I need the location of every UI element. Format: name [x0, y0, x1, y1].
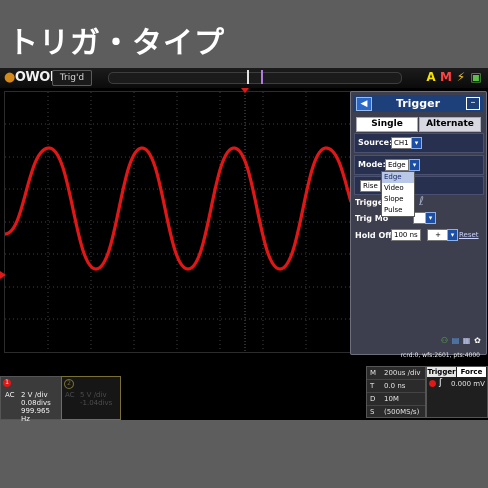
- mode-option-edge[interactable]: Edge: [382, 172, 414, 183]
- page-headline: トリガ・タイプ: [8, 26, 225, 61]
- rising-edge-icon: ʃ: [439, 378, 443, 388]
- holdoff-step-dropdown-icon[interactable]: ▾: [447, 229, 458, 241]
- mode-select[interactable]: Edge: [385, 159, 409, 171]
- trig-status-badge: Trig'd: [52, 70, 92, 86]
- network-icon[interactable]: ⚇: [440, 336, 449, 345]
- mode-row: Mode: Edge ▾: [354, 155, 484, 175]
- record-status-text: rcrd:0, wfs:2601, pts:4000: [400, 352, 480, 359]
- holdoff-input[interactable]: 100 ns: [391, 229, 421, 241]
- alternate-mode-button[interactable]: Alternate: [419, 117, 481, 132]
- source-dropdown-icon[interactable]: ▾: [411, 137, 422, 149]
- mode-option-video[interactable]: Video: [382, 183, 414, 194]
- reset-link[interactable]: Reset: [459, 231, 479, 239]
- timebase-info-box[interactable]: M 200us /div T 0.0 ns D 10M S (500MS/s): [366, 366, 426, 418]
- force-tab[interactable]: Force: [457, 367, 486, 377]
- source-select[interactable]: CH1: [391, 137, 412, 149]
- waveform-position-bar[interactable]: [108, 70, 402, 84]
- trig-mode-dropdown-icon[interactable]: ▾: [425, 212, 436, 224]
- back-arrow-icon[interactable]: ◀: [356, 97, 372, 111]
- trigger-panel-title: Trigger: [395, 97, 441, 110]
- print-icon[interactable]: ▤: [451, 336, 460, 345]
- ch1-frequency: 999.965 Hz: [21, 407, 50, 423]
- ch1-sine-trace: [4, 146, 353, 271]
- source-row: Source: CH1 ▾: [354, 133, 484, 153]
- status-icons: ⚇ ▤ ▦ ✿: [440, 336, 482, 345]
- trigger-info-box[interactable]: Trigger Force ʃ 0.000 mV: [426, 366, 488, 418]
- timebase-row-s: S (500MS/s): [370, 408, 420, 416]
- ch2-offset: -1.04divs: [80, 399, 113, 407]
- storage-icon[interactable]: ▦: [462, 336, 471, 345]
- slope-select[interactable]: Rise: [360, 180, 381, 192]
- trigger-info-tabs: Trigger Force: [427, 367, 487, 377]
- mode-label: Mode:: [358, 160, 386, 169]
- power-icon[interactable]: ⚡: [455, 70, 467, 84]
- oscilloscope-screen: ●OWON Trig'd A M ⚡ ▣ ◀ Trigger – Single …: [0, 68, 488, 423]
- trigger-panel: ◀ Trigger – Single Alternate Source: CH1…: [350, 91, 487, 355]
- ch2-scale: 5 V /div: [80, 391, 107, 399]
- minimize-icon[interactable]: –: [466, 97, 480, 110]
- trigger-level-value: 0.000 mV: [451, 380, 485, 388]
- ch1-scale: 2 V /div: [21, 391, 48, 399]
- channel2-info-box[interactable]: 2 AC 5 V /div -1.04divs: [61, 376, 121, 420]
- trigger-position-marker[interactable]: [261, 70, 263, 84]
- level-slope-icon: ℓ: [419, 194, 424, 208]
- mode-option-pulse[interactable]: Pulse: [382, 205, 414, 216]
- holdoff-step-select[interactable]: +: [427, 229, 449, 241]
- waveform-grid: [4, 91, 353, 353]
- timebase-row-d: D 10M: [367, 393, 425, 406]
- mode-dropdown-icon[interactable]: ▾: [409, 159, 420, 171]
- trigger-panel-header: ◀ Trigger –: [353, 95, 483, 112]
- ch2-number-badge: 2: [64, 379, 74, 389]
- timebase-row-m: M 200us /div: [367, 367, 425, 380]
- source-label: Source:: [358, 138, 393, 147]
- top-icons: A M ⚡ ▣: [425, 70, 482, 84]
- trigger-label: Trigge: [355, 198, 384, 207]
- ch1-ground-marker[interactable]: [0, 271, 6, 279]
- mode-option-slope[interactable]: Slope: [382, 194, 414, 205]
- waveform-svg: [4, 92, 353, 352]
- ch1-offset: 0.08divs: [21, 399, 51, 407]
- trigger-source-dot: [429, 380, 436, 387]
- single-mode-button[interactable]: Single: [356, 117, 418, 132]
- usb-icon[interactable]: ▣: [470, 70, 482, 84]
- slope-row: Rise: [354, 176, 484, 195]
- math-icon[interactable]: M: [440, 70, 452, 84]
- ch2-coupling: AC: [65, 391, 75, 399]
- channel1-info-box[interactable]: 1 AC 2 V /div 0.08divs 999.965 Hz: [0, 376, 62, 423]
- ch1-coupling: AC: [5, 391, 15, 399]
- position-marker[interactable]: [247, 70, 249, 84]
- top-bar: ●OWON Trig'd A M ⚡ ▣: [0, 68, 488, 88]
- mode-dropdown-list: Edge Video Slope Pulse: [381, 171, 415, 217]
- holdoff-label: Hold Off:: [355, 231, 395, 240]
- trigger-time-marker[interactable]: [241, 88, 249, 93]
- ch1-number-badge: 1: [3, 379, 11, 387]
- trigger-tab[interactable]: Trigger: [427, 367, 456, 377]
- settings-gear-icon[interactable]: ✿: [473, 336, 482, 345]
- timebase-row-t: T 0.0 ns: [367, 380, 425, 393]
- run-stop-icon[interactable]: A: [425, 70, 437, 84]
